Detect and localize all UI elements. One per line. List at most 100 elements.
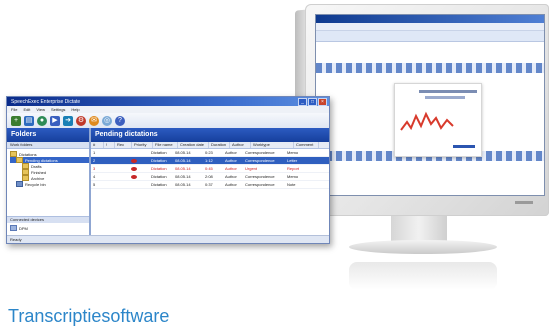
- table-cell: Note: [287, 182, 296, 187]
- tree-item-recycle-bin[interactable]: Recycle bin: [10, 181, 89, 187]
- menu-item[interactable]: File: [11, 107, 17, 112]
- table-cell: Correspondence: [245, 182, 275, 187]
- menu-bar: File Edit View Settings Help: [7, 106, 329, 113]
- priority-icon: [131, 166, 137, 171]
- window-body: Folders Work folders Dictations Pending …: [7, 128, 329, 236]
- column-header[interactable]: Creation date: [178, 142, 209, 148]
- document-waveform-graphic: [400, 111, 454, 131]
- table-cell: Dictation: [151, 150, 167, 155]
- app-window: SpeechExec Enterprise Dictate _ □ × File…: [6, 96, 330, 244]
- folder-pane: Folders Work folders Dictations Pending …: [7, 128, 91, 236]
- help-icon[interactable]: ?: [115, 115, 125, 126]
- table-cell: Correspondence: [245, 174, 275, 179]
- priority-icon: [131, 174, 137, 179]
- folder-pane-header: Folders: [7, 128, 89, 142]
- table-cell: Dictation: [151, 166, 167, 171]
- column-header[interactable]: Duration: [209, 142, 230, 148]
- monitor-app-menubar: [316, 23, 544, 31]
- table-cell: Urgent: [245, 166, 258, 171]
- table-cell: 4: [93, 174, 96, 179]
- flag-icon: [103, 149, 113, 156]
- caption: Transcriptiesoftware: [8, 306, 170, 326]
- table-cell: [113, 181, 129, 188]
- column-header[interactable]: !: [104, 142, 115, 148]
- table-cell: Correspondence: [245, 158, 275, 163]
- table-cell: 1: [93, 150, 96, 155]
- column-header[interactable]: Worktype: [251, 142, 294, 148]
- window-titlebar[interactable]: SpeechExec Enterprise Dictate _ □ ×: [7, 97, 329, 106]
- column-header[interactable]: #: [91, 142, 104, 148]
- monitor-screen: [315, 14, 545, 196]
- monitor-waveform-top: [316, 63, 544, 73]
- flag-icon: [103, 173, 113, 180]
- monitor: [295, 4, 549, 302]
- column-header[interactable]: Author: [230, 142, 251, 148]
- column-header[interactable]: Comment: [294, 142, 319, 148]
- tree-item-label: Drafts: [31, 163, 42, 169]
- toolbar: + ▤ ● ▶ ➜ ⚙ ✉ ◎ ?: [7, 113, 329, 129]
- tree-item-label: Pending dictations: [25, 157, 58, 163]
- table-cell: 0:37: [205, 182, 213, 187]
- table-cell: 1:12: [205, 158, 213, 163]
- document-brand-line: [453, 145, 475, 148]
- monitor-app-titlebar: [316, 15, 544, 23]
- table-cell: Author: [225, 182, 237, 187]
- tree-item-label: Recycle bin: [25, 181, 46, 187]
- table-cell: 08.05.14: [175, 150, 191, 155]
- table-cell: Author: [225, 166, 237, 171]
- folder-pane-subheader: Work folders: [7, 142, 89, 149]
- column-header[interactable]: File name: [153, 142, 178, 148]
- flag-icon: [103, 165, 113, 172]
- dictation-list-header: Pending dictations: [91, 128, 329, 142]
- column-header[interactable]: Priority: [132, 142, 153, 148]
- settings-icon[interactable]: ⚙: [76, 115, 86, 126]
- menu-item[interactable]: Settings: [51, 107, 65, 112]
- window-title: SpeechExec Enterprise Dictate: [11, 98, 81, 105]
- table-cell: 2: [93, 158, 96, 163]
- maximize-button[interactable]: □: [308, 97, 317, 106]
- table-cell: 5: [93, 182, 96, 187]
- priority-icon: [131, 158, 137, 163]
- table-cell: [113, 157, 129, 164]
- new-icon[interactable]: +: [11, 115, 21, 126]
- close-button[interactable]: ×: [318, 97, 327, 106]
- monitor-document-preview: [394, 83, 482, 157]
- flag-icon: [103, 181, 113, 188]
- table-row[interactable]: 4 Dictation 08.05.14 2:08 Author Corresp…: [91, 173, 329, 181]
- mail-icon[interactable]: ✉: [89, 115, 99, 126]
- devices-header: Connected devices: [7, 216, 89, 223]
- document-title-line: [419, 90, 477, 93]
- table-row[interactable]: 3 Dictation 08.05.14 0:45 Author Urgent …: [91, 165, 329, 173]
- table-cell: 08.05.14: [175, 182, 191, 187]
- table-cell: [129, 165, 149, 172]
- menu-item[interactable]: Help: [71, 107, 79, 112]
- document-subtitle-line: [425, 96, 465, 99]
- play-icon[interactable]: ▶: [50, 115, 60, 126]
- table-cell: 08.05.14: [175, 158, 191, 163]
- table-row[interactable]: 1 Dictation 08.05.14 0:23 Author Corresp…: [91, 149, 329, 157]
- device-item[interactable]: DPM: [10, 225, 28, 231]
- table-cell: Correspondence: [245, 150, 275, 155]
- open-icon[interactable]: ▤: [24, 115, 34, 126]
- table-cell: Author: [225, 174, 237, 179]
- table-cell: 08.05.14: [175, 166, 191, 171]
- table-cell: Letter: [287, 158, 298, 163]
- table-cell: [129, 157, 149, 164]
- device-icon: [10, 225, 17, 231]
- tree-item-label: Dictations: [19, 151, 37, 157]
- record-icon[interactable]: ●: [37, 115, 47, 126]
- table-row[interactable]: 2 Dictation 08.05.14 1:12 Author Corresp…: [91, 157, 329, 165]
- menu-item[interactable]: Edit: [23, 107, 30, 112]
- table-cell: 08.05.14: [175, 174, 191, 179]
- menu-item[interactable]: View: [36, 107, 45, 112]
- monitor-chin: [315, 198, 543, 210]
- column-header[interactable]: Rec: [115, 142, 132, 148]
- table-cell: [113, 165, 129, 172]
- send-icon[interactable]: ➜: [63, 115, 73, 126]
- table-cell: Report: [287, 166, 300, 171]
- table-row[interactable]: 5 Dictation 08.05.14 0:37 Author Corresp…: [91, 181, 329, 189]
- network-icon[interactable]: ◎: [102, 115, 112, 126]
- table-cell: Dictation: [151, 182, 167, 187]
- minimize-button[interactable]: _: [298, 97, 307, 106]
- table-cell: [129, 173, 149, 180]
